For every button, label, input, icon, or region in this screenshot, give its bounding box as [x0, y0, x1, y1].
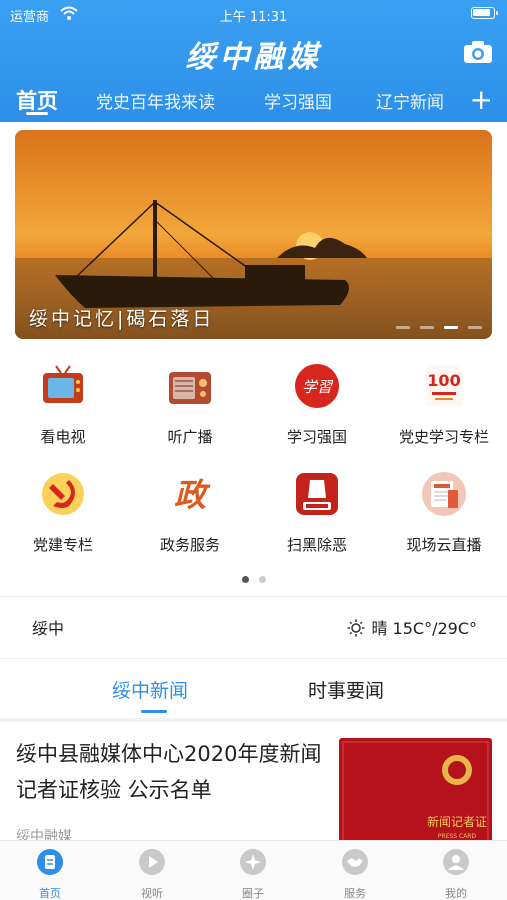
- play-icon: [139, 849, 165, 875]
- home-icon: [37, 849, 63, 875]
- banner-caption: 绥中记忆|碣石落日: [29, 308, 215, 330]
- feature-live[interactable]: 现场云直播: [381, 470, 507, 555]
- divider: [0, 596, 507, 597]
- radio-icon: [169, 372, 211, 404]
- feature-party-history[interactable]: 100 党史学习专栏: [381, 362, 507, 447]
- feature-label: 现场云直播: [406, 536, 482, 554]
- feature-label: 看电视: [40, 428, 86, 446]
- svg-text:100: 100: [427, 371, 460, 390]
- add-channel-icon[interactable]: +: [470, 86, 493, 114]
- banner-dot: [395, 326, 410, 329]
- nav-label: 我的: [445, 887, 467, 900]
- feature-tv[interactable]: 看电视: [0, 362, 126, 447]
- app-title: 绥中融媒: [185, 40, 322, 75]
- active-tab-indicator: [26, 112, 48, 115]
- tab-liaoning-news[interactable]: 辽宁新闻: [376, 88, 444, 113]
- sun-icon: [347, 619, 365, 637]
- channel-tabs: 首页 党史百年我来读 学习强国 辽宁新闻: [0, 84, 507, 120]
- news-thumbnail: 新闻记者证 PRESS CARD: [339, 738, 492, 848]
- thumb-subtitle: PRESS CARD: [438, 833, 477, 840]
- svg-text:政: 政: [174, 476, 211, 514]
- divider: [0, 658, 507, 659]
- nav-label: 首页: [39, 887, 61, 900]
- tab-xuexi[interactable]: 学习强国: [264, 88, 332, 113]
- status-time: 上午 11:31: [219, 10, 288, 25]
- banner-dot: [419, 326, 434, 329]
- nav-service[interactable]: 服务: [320, 849, 390, 900]
- circle-icon: [240, 849, 266, 875]
- party-history-icon: 100: [426, 366, 462, 406]
- nav-label: 视听: [141, 887, 163, 900]
- page-dot: [258, 576, 266, 583]
- feature-label: 学习强国: [286, 428, 347, 446]
- feature-anti-crime[interactable]: 扫黑除恶: [254, 470, 380, 555]
- nav-circle[interactable]: 圈子: [218, 849, 288, 900]
- xuexi-icon: 学習: [295, 364, 339, 408]
- tab-party-history[interactable]: 党史百年我来读: [96, 88, 215, 113]
- party-emblem-icon: [42, 473, 84, 515]
- tv-icon: [43, 365, 83, 403]
- weather-temperature: 15C°/29C°: [392, 619, 477, 638]
- feature-xuexi[interactable]: 学習 学习强国: [254, 362, 380, 447]
- anti-crime-icon: [296, 473, 338, 515]
- feature-pagination: [0, 568, 507, 587]
- feature-party-building[interactable]: 党建专栏: [0, 470, 126, 555]
- feature-radio[interactable]: 听广播: [127, 362, 253, 447]
- news-tab-indicator: [141, 710, 167, 713]
- thumb-title: 新闻记者证: [427, 814, 487, 829]
- hero-banner[interactable]: 绥中记忆|碣石落日: [15, 130, 492, 339]
- bottom-nav: 首页 视听 圈子 服务 我的: [0, 840, 507, 900]
- nav-label: 服务: [344, 887, 366, 900]
- page-dot-active: [241, 576, 249, 583]
- svg-text:学習: 学習: [302, 378, 334, 396]
- user-icon: [443, 849, 469, 875]
- nav-label: 圈子: [242, 887, 264, 900]
- nav-home[interactable]: 首页: [15, 849, 85, 900]
- handshake-icon: [342, 849, 368, 875]
- feature-label: 政务服务: [159, 536, 220, 554]
- weather-condition: 晴: [371, 619, 388, 638]
- status-bar: 运营商 上午 11:31: [0, 4, 507, 25]
- app-header: 运营商 上午 11:31 绥中融媒 首页 党史百年我来读 学习强国 辽宁新闻 +: [0, 0, 507, 122]
- battery-icon: [471, 7, 498, 19]
- weather-city: 绥中: [32, 619, 65, 638]
- feature-government[interactable]: 政 政务服务: [127, 470, 253, 555]
- news-title: 绥中县融媒体中心2020年度新闻记者证核验 公示名单: [16, 742, 322, 802]
- nav-av[interactable]: 视听: [117, 849, 187, 900]
- feature-label: 党史学习专栏: [398, 428, 489, 446]
- live-news-icon: [422, 472, 466, 516]
- nav-profile[interactable]: 我的: [421, 849, 491, 900]
- banner-pagination: [391, 314, 482, 333]
- banner-dot-active: [443, 326, 458, 329]
- news-tab-local[interactable]: 绥中新闻: [112, 676, 188, 703]
- feature-label: 扫黑除恶: [286, 536, 347, 554]
- tab-home[interactable]: 首页: [16, 85, 58, 115]
- government-icon: 政: [174, 476, 211, 514]
- camera-icon[interactable]: [463, 40, 493, 64]
- banner-dot: [468, 326, 482, 329]
- feature-label: 听广播: [167, 428, 213, 446]
- news-tab-current-affairs[interactable]: 时事要闻: [308, 676, 384, 703]
- feature-label: 党建专栏: [32, 536, 93, 554]
- divider: [0, 718, 507, 722]
- weather-info: 晴 15C°/29C°: [347, 615, 477, 639]
